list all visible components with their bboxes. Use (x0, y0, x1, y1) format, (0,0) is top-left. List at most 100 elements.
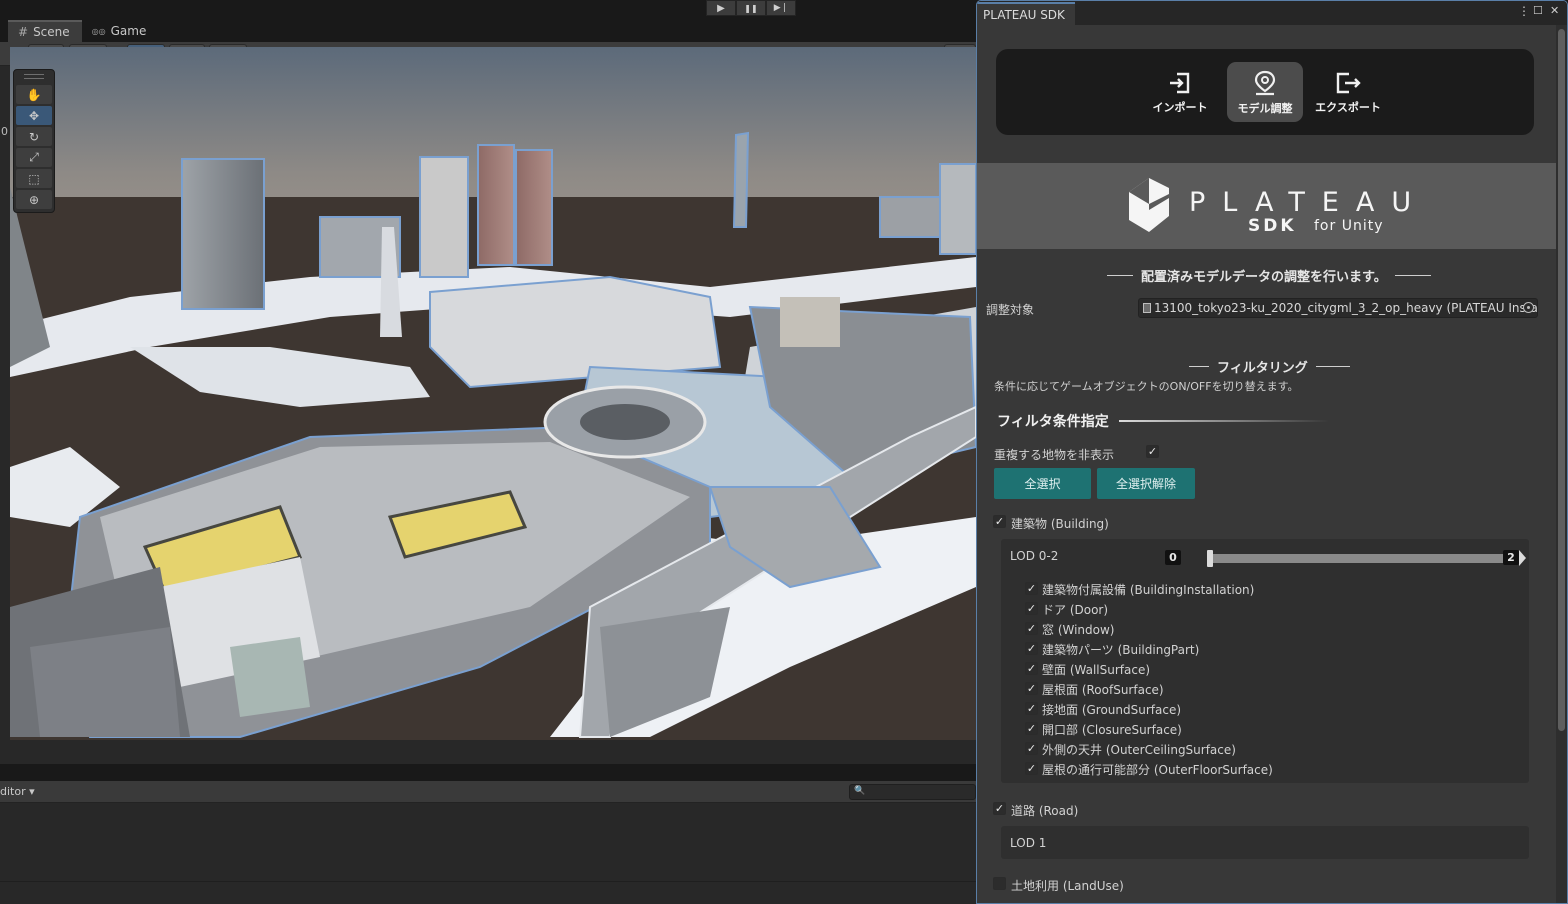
pause-button[interactable]: ❚❚ (736, 0, 766, 16)
sub-checkbox-building-installation[interactable]: ✓ (1025, 582, 1038, 595)
filtering-rule-left (1189, 366, 1209, 367)
hand-tool-icon: ✋ (26, 87, 42, 102)
import-mode-button[interactable]: インポート (1142, 62, 1218, 122)
game-object-icon (1143, 303, 1151, 313)
building-label: 建築物 (Building) (1011, 517, 1109, 531)
filtering-heading: フィルタリング (1189, 357, 1350, 376)
building-lod-max-handle[interactable] (1519, 550, 1526, 566)
step-icon: ▶❘ (773, 3, 789, 13)
sdk-scrollbar[interactable] (1556, 25, 1567, 903)
sub-checkbox-building-part[interactable]: ✓ (1025, 642, 1038, 655)
sub-label-outer-ceiling-surface: 外側の天井 (OuterCeilingSurface) (1042, 743, 1236, 757)
sub-checkbox-window[interactable]: ✓ (1025, 622, 1038, 635)
filtering-rule-right (1315, 366, 1350, 367)
select-all-button[interactable]: 全選択 (994, 468, 1091, 499)
building-options-box: LOD 0-2 0 2 ✓ 建築物付属設備 (BuildingInstallat… (1001, 539, 1529, 783)
filter-spec-text: フィルタ条件指定 (997, 414, 1109, 430)
target-object-field[interactable]: 13100_tokyo23-ku_2020_citygml_3_2_op_hea… (1138, 298, 1538, 318)
rect-tool-button[interactable]: ⬚ (16, 169, 52, 188)
sdk-title: PLATEAU SDK (983, 7, 1065, 22)
filtering-heading-text: フィルタリング (1217, 361, 1308, 376)
hide-duplicates-label: 重複する地物を非表示 (994, 448, 1115, 462)
road-label: 道路 (Road) (1011, 804, 1079, 818)
rect-tool-icon: ⬚ (28, 171, 40, 186)
tab-scene[interactable]: # Scene (8, 20, 82, 42)
transform-tool-button[interactable]: ⊕ (16, 190, 52, 209)
model-adjust-mode-label: モデル調整 (1237, 101, 1293, 115)
console-toolbar: ditor ▾ 🔍 (0, 781, 976, 803)
sub-checkbox-outer-floor-surface[interactable]: ✓ (1025, 762, 1038, 775)
sdk-scrollbar-thumb[interactable] (1558, 29, 1565, 731)
sub-checkbox-roof-surface[interactable]: ✓ (1025, 682, 1038, 695)
sub-checkbox-ground-surface[interactable]: ✓ (1025, 702, 1038, 715)
gamepad-icon: ◎◎ (91, 26, 106, 36)
landuse-label: 土地利用 (LandUse) (1011, 879, 1124, 893)
play-button[interactable]: ▶ (706, 0, 736, 16)
building-lod-min-handle[interactable] (1207, 550, 1213, 567)
console-search-input[interactable]: 🔍 (849, 784, 976, 800)
filter-spec-rule (1118, 420, 1329, 422)
sub-label-closure-surface: 開口部 (ClosureSurface) (1042, 723, 1182, 737)
kebab-menu-icon[interactable]: ⋮ (1518, 4, 1530, 18)
editor-dropdown[interactable]: ditor ▾ (0, 785, 35, 798)
sub-checkbox-outer-ceiling-surface[interactable]: ✓ (1025, 742, 1038, 755)
sub-checkbox-closure-surface[interactable]: ✓ (1025, 722, 1038, 735)
scene-viewport[interactable] (10, 47, 976, 740)
sub-label-door: ドア (Door) (1042, 603, 1109, 617)
edge-number: 0 (1, 125, 8, 138)
scene-tabbar: # Scene ◎◎ Game (0, 20, 976, 42)
heading-rule-right (1394, 275, 1431, 276)
tab-scene-label: Scene (33, 25, 70, 39)
logo-sdk-text: SDK (1248, 216, 1297, 236)
sub-checkbox-door[interactable]: ✓ (1025, 602, 1038, 615)
sub-label-roof-surface: 屋根面 (RoofSurface) (1042, 683, 1164, 697)
plateau-sdk-window: PLATEAU SDK ⋮ ☐ ✕ インポート モデル調整 エクスポート PLA… (976, 0, 1568, 904)
plateau-cube-logo-icon (1129, 178, 1169, 232)
hand-tool-button[interactable]: ✋ (16, 85, 52, 104)
step-button[interactable]: ▶❘ (766, 0, 796, 16)
landuse-checkbox[interactable] (993, 877, 1006, 890)
sub-label-window: 窓 (Window) (1042, 623, 1115, 637)
close-icon[interactable]: ✕ (1550, 4, 1559, 17)
target-object-value: 13100_tokyo23-ku_2020_citygml_3_2_op_hea… (1154, 301, 1538, 315)
plateau-logo-banner: PLATEAU SDK for Unity (977, 163, 1567, 249)
heading-rule-left (1107, 275, 1133, 276)
model-adjust-mode-button[interactable]: モデル調整 (1227, 62, 1303, 122)
building-checkbox[interactable]: ✓ (993, 515, 1006, 528)
rotate-tool-icon: ↻ (28, 129, 40, 144)
hide-duplicates-checkbox[interactable]: ✓ (1146, 445, 1159, 458)
sub-label-building-installation: 建築物付属設備 (BuildingInstallation) (1042, 583, 1255, 597)
building-lod-slider-track[interactable] (1211, 554, 1521, 563)
pause-icon: ❚❚ (744, 3, 758, 13)
deselect-all-button[interactable]: 全選択解除 (1097, 468, 1195, 499)
road-options-box: LOD 1 (1001, 826, 1529, 859)
sub-checkbox-wall-surface[interactable]: ✓ (1025, 662, 1038, 675)
move-tool-button[interactable]: ✥ (16, 106, 52, 125)
building-lod-min-value[interactable]: 0 (1165, 550, 1181, 565)
tab-game[interactable]: ◎◎ Game (82, 20, 159, 42)
scale-tool-button[interactable]: ⤢ (16, 148, 52, 167)
rotate-tool-button[interactable]: ↻ (16, 127, 52, 146)
sdk-titlebar: PLATEAU SDK ⋮ ☐ ✕ (977, 1, 1567, 25)
move-tool-icon: ✥ (28, 108, 40, 123)
import-mode-label: インポート (1152, 100, 1208, 114)
building-lod-max-value[interactable]: 2 (1503, 550, 1519, 565)
tab-game-label: Game (110, 24, 147, 38)
search-icon: 🔍 (854, 786, 866, 796)
sub-label-wall-surface: 壁面 (WallSurface) (1042, 663, 1151, 677)
tool-overlay: ✋ ✥ ↻ ⤢ ⬚ ⊕ (13, 69, 55, 213)
select-all-label: 全選択 (1024, 477, 1061, 491)
export-mode-button[interactable]: エクスポート (1310, 62, 1386, 122)
mode-selector: インポート モデル調整 エクスポート (996, 49, 1534, 135)
road-checkbox[interactable]: ✓ (993, 802, 1006, 815)
logo-plateau-text: PLATEAU (1189, 187, 1429, 218)
target-label: 調整対象 (986, 303, 1035, 317)
sub-label-building-part: 建築物パーツ (BuildingPart) (1042, 643, 1200, 657)
object-picker-icon[interactable] (1523, 302, 1534, 313)
tab-plateau-sdk[interactable]: PLATEAU SDK (977, 2, 1075, 25)
sub-label-outer-floor-surface: 屋根の通行可能部分 (OuterFloorSurface) (1042, 763, 1273, 777)
building-lod-label: LOD 0-2 (1010, 549, 1059, 563)
maximize-icon[interactable]: ☐ (1533, 4, 1543, 17)
export-mode-label: エクスポート (1315, 100, 1381, 114)
toolbox-drag-handle[interactable] (24, 74, 44, 79)
